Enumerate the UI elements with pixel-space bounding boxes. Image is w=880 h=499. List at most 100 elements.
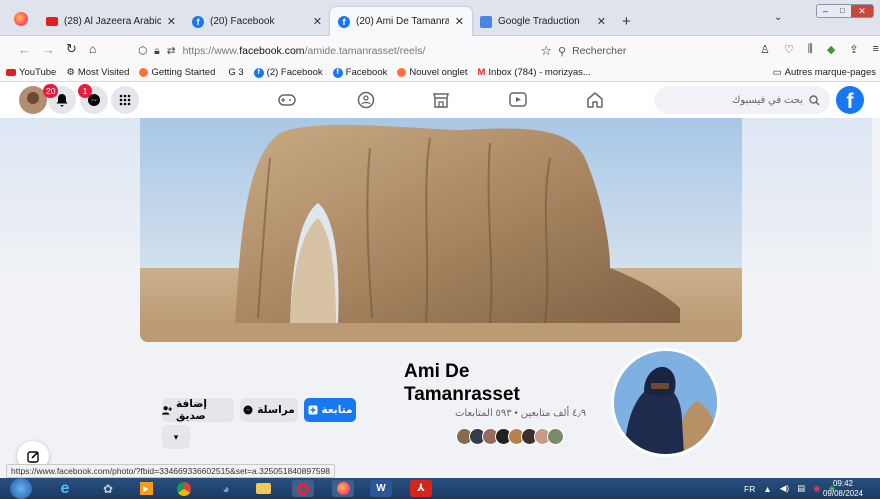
forward-icon[interactable]: → xyxy=(42,42,55,57)
bookmark-label: YouTube xyxy=(19,67,57,78)
bookmark-label: Inbox (784) - morizyas... xyxy=(488,67,591,78)
tab-google-traduction[interactable]: Google Traduction ✕ xyxy=(472,7,614,36)
follow-button[interactable]: متابعة xyxy=(304,398,356,422)
explorer-icon[interactable] xyxy=(252,480,274,497)
start-button[interactable] xyxy=(10,478,32,499)
library-icon[interactable]: ⫼ xyxy=(808,43,813,56)
menu-icon[interactable]: ≡ xyxy=(873,43,879,56)
window-controls: – □ ✕ xyxy=(816,4,874,18)
message-button[interactable]: مراسلة xyxy=(240,398,298,422)
facebook-icon: f xyxy=(338,15,350,28)
grid-icon xyxy=(119,94,131,106)
back-icon[interactable]: ← xyxy=(18,42,31,57)
cover-image xyxy=(140,118,742,342)
follower-stats[interactable]: ٤٫٩ ألف متابعين • ٥٩٣ المتابعات xyxy=(455,408,586,419)
close-tab-icon[interactable]: ✕ xyxy=(455,15,464,28)
marketplace-nav[interactable] xyxy=(431,90,451,110)
bookmark-other[interactable]: ▭ Autres marque-pages xyxy=(773,67,876,78)
url-bar[interactable]: ⬡ 🔒︎ ⇄ https://www. facebook.com/amide.ta… xyxy=(138,40,558,62)
maximize-icon[interactable]: □ xyxy=(833,5,851,17)
watch-nav[interactable] xyxy=(508,90,528,110)
groups-nav[interactable] xyxy=(356,90,376,110)
toolbar-icons: ♙ ♡ ⫼ ◆ ⇪ ≡ xyxy=(760,43,879,56)
tab-label: (20) Ami De Tamanrasset Reels xyxy=(356,16,449,27)
acrobat-icon[interactable]: ⅄ xyxy=(410,480,432,497)
groups-icon xyxy=(357,91,375,109)
facebook-logo[interactable]: f xyxy=(836,86,864,114)
gaming-nav[interactable] xyxy=(277,90,297,110)
search-placeholder: بحث في فيسبوك xyxy=(732,94,803,106)
bookmark-facebook[interactable]: f Facebook xyxy=(332,67,387,78)
pocket-icon[interactable]: ♡ xyxy=(784,43,794,56)
mutual-friends-avatars[interactable] xyxy=(456,428,564,450)
reload-icon[interactable]: ↻ xyxy=(66,41,77,57)
bookmark-facebook-2[interactable]: f (2) Facebook xyxy=(253,67,323,78)
bookmark-getting-started[interactable]: Getting Started xyxy=(139,67,215,78)
url-domain: facebook.com xyxy=(239,45,305,57)
minimize-icon[interactable]: – xyxy=(817,5,834,17)
chrome-icon[interactable] xyxy=(173,480,195,497)
shield-icon[interactable]: ⬡ xyxy=(138,45,147,57)
gaming-icon xyxy=(278,94,296,106)
cover-photo[interactable] xyxy=(140,118,742,342)
ie-icon[interactable]: e xyxy=(54,480,76,497)
volume-icon[interactable]: ◀) xyxy=(780,483,789,494)
opera-icon[interactable] xyxy=(292,480,314,497)
bookmark-most-visited[interactable]: ⚙ Most Visited xyxy=(66,67,129,78)
close-tab-icon[interactable]: ✕ xyxy=(167,15,176,28)
url-prefix: https://www. xyxy=(182,45,240,57)
account-icon[interactable]: ♙ xyxy=(760,43,770,56)
youtube-icon xyxy=(46,17,58,26)
tab-label: (28) Al Jazeera Arabic Live قناة xyxy=(64,16,161,27)
compose-icon xyxy=(26,450,39,463)
facebook-search-input[interactable]: بحث في فيسبوك xyxy=(654,86,830,114)
permissions-icon[interactable]: ⇄ xyxy=(167,45,176,57)
firefox-taskbar-icon[interactable] xyxy=(332,480,354,497)
share-icon[interactable]: ⇪ xyxy=(849,43,858,56)
close-tab-icon[interactable]: ✕ xyxy=(597,15,606,28)
add-friend-icon xyxy=(162,406,173,415)
app-icon[interactable]: ◕ xyxy=(215,480,237,497)
chevron-down-icon: ▾ xyxy=(173,431,179,442)
clock[interactable]: 09:42 09/08/2024 xyxy=(818,478,868,499)
close-tab-icon[interactable]: ✕ xyxy=(313,15,322,28)
lock-icon[interactable]: 🔒︎ xyxy=(154,45,160,58)
messenger-badge: 1 xyxy=(78,84,92,98)
message-label: مراسلة xyxy=(257,404,295,416)
list-all-tabs-icon[interactable]: ⌄ xyxy=(774,12,782,23)
bookmark-inbox[interactable]: M Inbox (784) - morizyas... xyxy=(478,67,591,78)
profile-picture[interactable] xyxy=(611,348,720,457)
page-scrollbar[interactable] xyxy=(872,118,880,470)
close-window-icon[interactable]: ✕ xyxy=(850,5,873,17)
friend-avatar[interactable] xyxy=(547,428,564,445)
bookmark-g3[interactable]: G 3 xyxy=(225,67,243,78)
menu-grid-button[interactable] xyxy=(111,86,139,114)
firefox-icon xyxy=(139,68,149,77)
language-indicator[interactable]: FR xyxy=(744,484,755,494)
player-icon[interactable]: ▶ xyxy=(135,480,157,497)
extension-icon[interactable]: ◆ xyxy=(827,43,835,56)
bookmark-label: (2) Facebook xyxy=(266,67,323,78)
word-icon[interactable]: W xyxy=(370,480,392,497)
firefox-icon xyxy=(397,68,407,77)
bookmark-star-icon[interactable]: ☆ xyxy=(540,43,552,59)
new-tab-button[interactable]: + xyxy=(622,13,631,30)
firefox-menu-icon[interactable] xyxy=(14,12,28,26)
bookmark-youtube[interactable]: YouTube xyxy=(6,67,56,78)
browser-search-input[interactable]: ⚲ Rechercher xyxy=(558,40,748,62)
tray-expand-icon[interactable]: ▲ xyxy=(763,484,771,494)
search-placeholder: Rechercher xyxy=(572,45,627,57)
home-icon[interactable]: ⌂ xyxy=(89,42,96,56)
home-nav[interactable] xyxy=(585,90,605,110)
bookmark-nouvel-onglet[interactable]: Nouvel onglet xyxy=(397,67,468,78)
add-friend-button[interactable]: إضافة صديق xyxy=(162,398,234,422)
play-icon: ▶ xyxy=(139,482,153,495)
tab-aljazeera[interactable]: (28) Al Jazeera Arabic Live قناة ✕ xyxy=(38,7,184,36)
tab-ami-de-tamanrasset[interactable]: f (20) Ami De Tamanrasset Reels ✕ xyxy=(330,7,472,36)
tab-facebook[interactable]: f (20) Facebook ✕ xyxy=(184,7,330,36)
network-icon[interactable]: ▤ xyxy=(797,483,805,494)
more-options-button[interactable]: ▾ xyxy=(162,425,190,449)
media-icon[interactable]: ✿ xyxy=(97,480,119,497)
home-icon xyxy=(587,92,603,108)
folder-icon xyxy=(255,483,271,494)
